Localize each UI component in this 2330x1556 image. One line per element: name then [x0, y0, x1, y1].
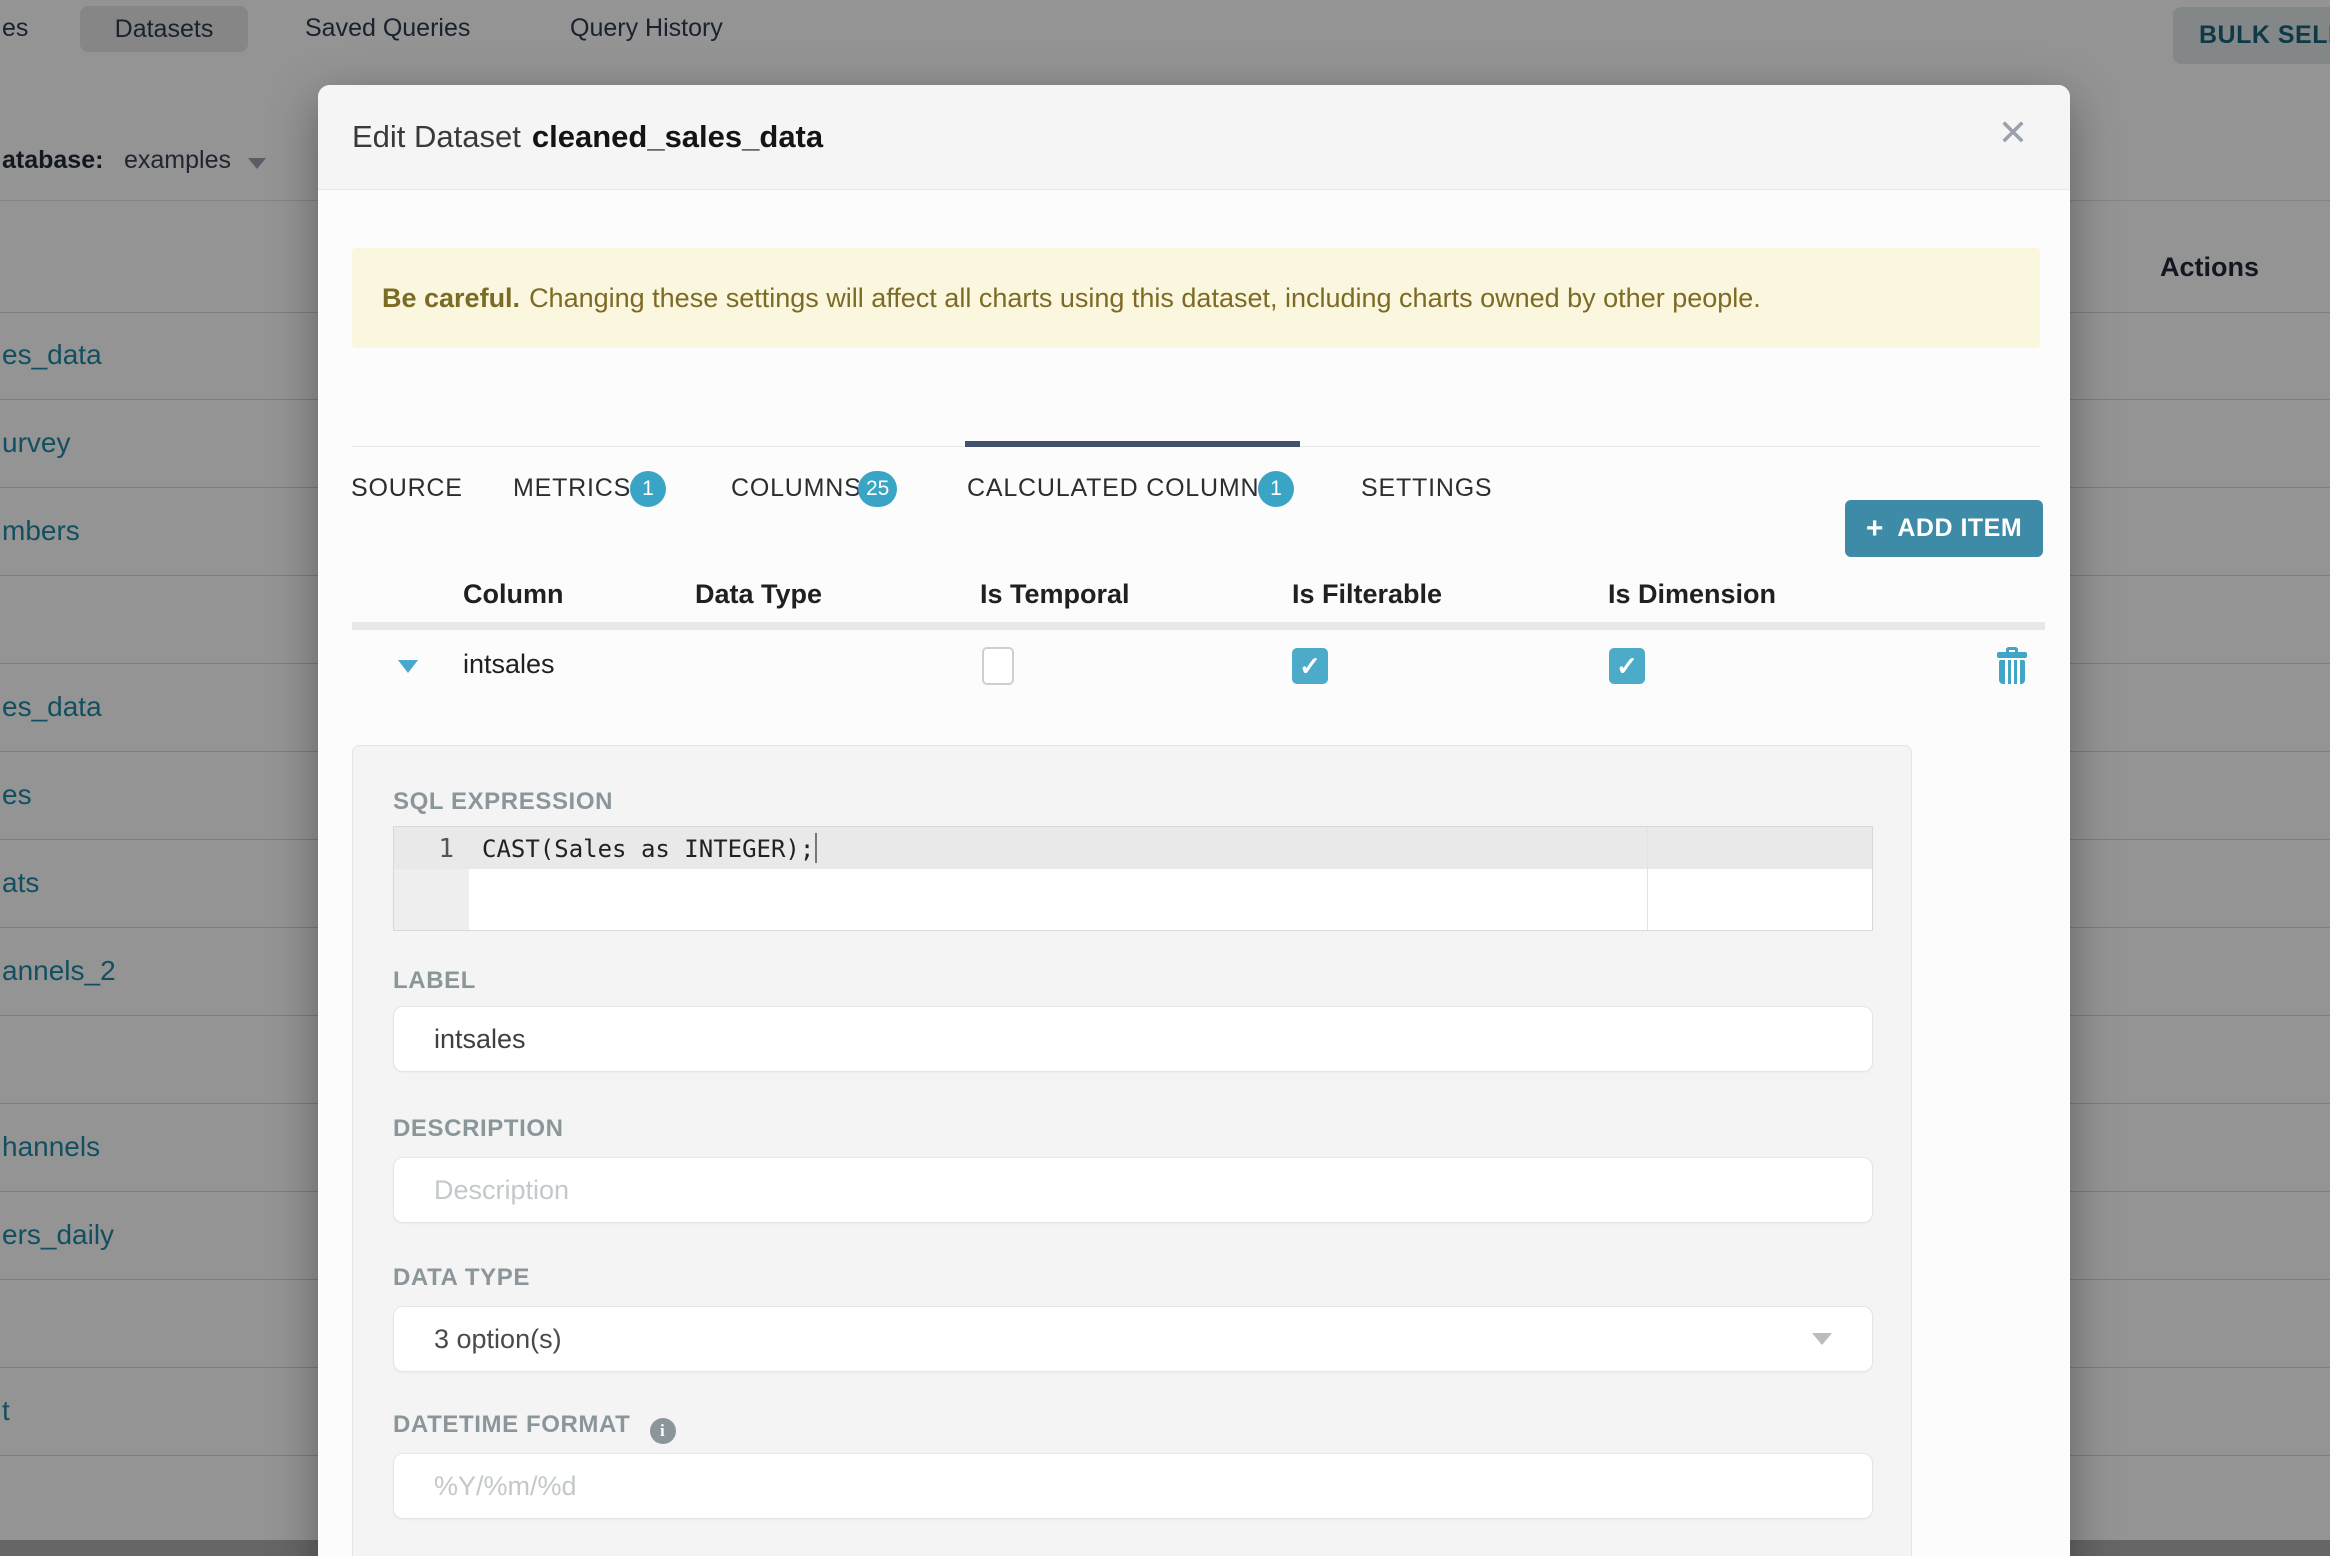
tab-settings[interactable]: SETTINGS: [1361, 474, 1492, 503]
active-tab-underline: [965, 441, 1300, 447]
column-header-is-temporal: Is Temporal: [980, 579, 1130, 609]
column-header-data-type: Data Type: [695, 579, 823, 609]
trash-lid: [1997, 652, 2027, 658]
tab-columns[interactable]: COLUMNS: [731, 474, 862, 503]
warning-bold-text: Be careful.: [382, 282, 521, 313]
datetime-format-label-text: DATETIME FORMAT: [393, 1411, 631, 1438]
sql-code: CAST(Sales as INTEGER);: [482, 835, 815, 863]
is-dimension-checkbox[interactable]: ✓: [1609, 648, 1645, 684]
metrics-count-badge: 1: [630, 471, 666, 507]
label-field-label: LABEL: [393, 967, 476, 994]
description-field-label: DESCRIPTION: [393, 1115, 564, 1142]
chevron-down-icon: [1812, 1333, 1832, 1345]
data-type-select[interactable]: 3 option(s): [393, 1306, 1873, 1372]
delete-column-trash-icon[interactable]: [1997, 647, 2027, 685]
collapse-row-caret-icon[interactable]: [398, 660, 418, 673]
tab-source[interactable]: SOURCE: [351, 474, 463, 503]
modal-header: Edit Dataset cleaned_sales_data: [318, 85, 2070, 190]
editor-line-number: 1: [438, 834, 454, 864]
editor-print-margin: [1647, 827, 1648, 930]
column-header-is-filterable: Is Filterable: [1292, 579, 1443, 609]
warning-banner: Be careful. Changing these settings will…: [352, 248, 2040, 348]
trash-body: [1999, 660, 2025, 684]
plus-icon: +: [1865, 511, 1884, 545]
close-icon[interactable]: ✕: [1998, 115, 2028, 151]
tab-metrics[interactable]: METRICS: [513, 474, 631, 503]
label-input[interactable]: [393, 1006, 1873, 1072]
datetime-format-input[interactable]: [393, 1453, 1873, 1519]
data-type-field-label: DATA TYPE: [393, 1264, 530, 1291]
add-item-label: ADD ITEM: [1897, 514, 2023, 542]
sql-expression-label: SQL EXPRESSION: [393, 788, 614, 815]
sql-expression-editor[interactable]: 1 CAST(Sales as INTEGER);: [393, 826, 1873, 931]
description-input[interactable]: [393, 1157, 1873, 1223]
tab-calculated-columns[interactable]: CALCULATED COLUMNS: [967, 474, 1277, 503]
divider: [352, 622, 2045, 630]
data-type-selected-value: 3 option(s): [434, 1323, 562, 1354]
datetime-format-field-label: DATETIME FORMAT i: [393, 1411, 676, 1444]
column-header-column: Column: [463, 579, 564, 609]
column-header-is-dimension: Is Dimension: [1608, 579, 1777, 609]
columns-count-badge: 25: [858, 471, 898, 507]
info-icon[interactable]: i: [649, 1418, 676, 1444]
checkmark-icon: ✓: [1299, 650, 1321, 681]
is-temporal-checkbox[interactable]: [982, 647, 1014, 685]
warning-text: Changing these settings will affect all …: [529, 282, 1761, 313]
modal-title: Edit Dataset: [352, 119, 521, 154]
checkmark-icon: ✓: [1616, 650, 1638, 681]
text-cursor: [815, 833, 817, 863]
screen: es Datasets Saved Queries Query History …: [0, 0, 2330, 1556]
edit-dataset-modal: Edit Dataset cleaned_sales_data ✕ Be car…: [318, 85, 2070, 1556]
add-item-button[interactable]: + ADD ITEM: [1845, 500, 2043, 557]
column-detail-panel: SQL EXPRESSION 1 CAST(Sales as INTEGER);…: [352, 745, 1912, 1556]
is-filterable-checkbox[interactable]: ✓: [1292, 648, 1328, 684]
calculated-column-name: intsales: [463, 649, 555, 679]
modal-title-dataset-name: cleaned_sales_data: [531, 119, 824, 154]
calculated-columns-count-badge: 1: [1258, 471, 1294, 507]
